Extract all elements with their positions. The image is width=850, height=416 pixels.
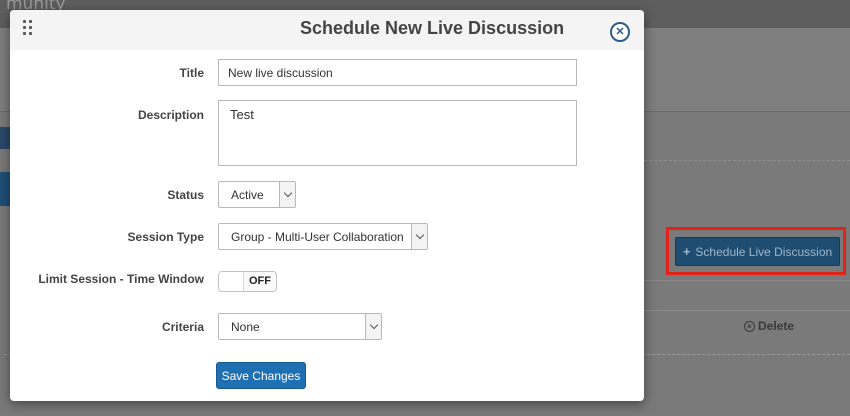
session-type-select-value: Group - Multi-User Collaboration: [231, 229, 404, 244]
save-changes-button[interactable]: Save Changes: [216, 362, 306, 389]
status-select-value: Active: [231, 187, 264, 202]
criteria-select-value: None: [231, 319, 260, 334]
plus-icon: +: [682, 244, 691, 259]
chevron-down-icon: [415, 230, 424, 240]
session-type-select[interactable]: Group - Multi-User Collaboration: [218, 223, 428, 250]
status-label: Status: [167, 188, 204, 202]
save-changes-label: Save Changes: [221, 368, 301, 383]
chevron-down-icon: [369, 320, 378, 330]
status-select[interactable]: Active: [218, 181, 296, 208]
background-row-divider: [644, 280, 850, 281]
background-row-divider: [644, 310, 850, 311]
criteria-select-arrow: [365, 314, 381, 339]
schedule-live-discussion-button[interactable]: + Schedule Live Discussion: [675, 237, 840, 266]
toggle-state: OFF: [249, 275, 271, 287]
chevron-down-icon: [283, 188, 292, 198]
schedule-discussion-modal: Schedule New Live Discussion ✕ Title New…: [10, 10, 644, 401]
delete-link[interactable]: × Delete: [744, 319, 794, 333]
background-button: [0, 172, 10, 206]
drag-handle-icon[interactable]: [23, 20, 33, 38]
delete-label: Delete: [758, 319, 795, 333]
title-label: Title: [179, 66, 204, 80]
close-icon[interactable]: ✕: [610, 22, 630, 42]
title-input-value: New live discussion: [228, 65, 333, 80]
background-tab: [0, 127, 10, 149]
session-type-select-arrow: [411, 224, 427, 249]
description-textarea-value: Test: [230, 107, 254, 122]
limit-session-toggle[interactable]: OFF: [218, 271, 277, 292]
limit-session-label: Limit Session - Time Window: [38, 272, 204, 286]
status-select-arrow: [279, 182, 295, 207]
background-divider: [644, 160, 850, 161]
modal-header: Schedule New Live Discussion ✕: [10, 10, 644, 50]
criteria-select[interactable]: None: [218, 313, 382, 340]
title-input[interactable]: New live discussion: [218, 59, 577, 86]
description-textarea[interactable]: Test: [218, 100, 577, 166]
toggle-knob: [219, 272, 244, 291]
schedule-live-discussion-label: Schedule Live Discussion: [695, 244, 833, 259]
session-type-label: Session Type: [127, 230, 204, 244]
criteria-label: Criteria: [161, 320, 204, 334]
description-label: Description: [137, 108, 204, 122]
modal-title: Schedule New Live Discussion: [300, 18, 565, 38]
x-circle-icon: ×: [744, 320, 755, 332]
